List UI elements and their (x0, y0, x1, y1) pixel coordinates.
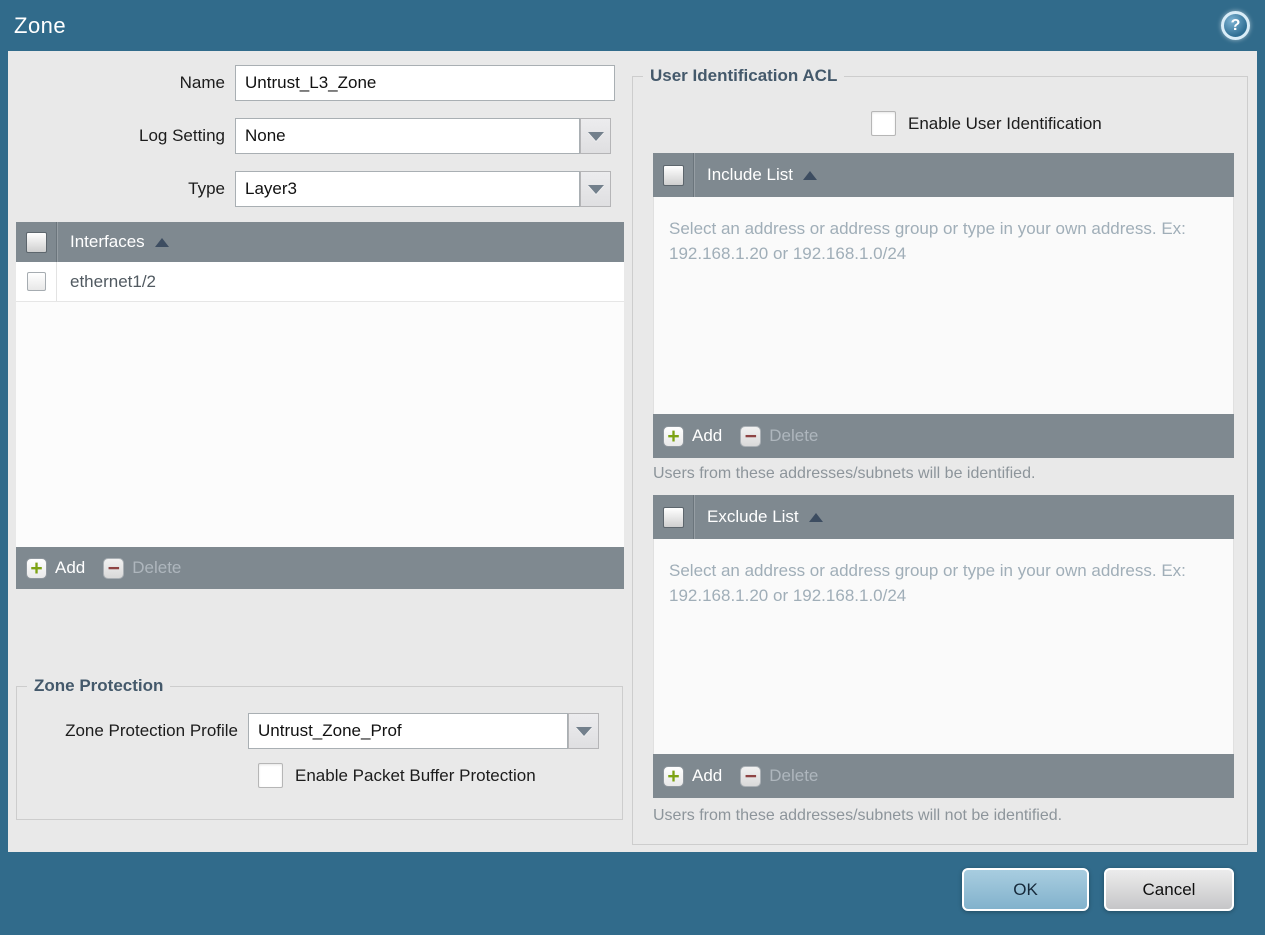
interface-name: ethernet1/2 (70, 271, 157, 291)
type-dropdown-button[interactable] (580, 171, 611, 207)
exclude-list-table: Exclude List Select an address or addres… (653, 495, 1234, 798)
select-all-checkbox[interactable] (662, 164, 684, 186)
delete-exclude-address-button[interactable]: − Delete (740, 765, 819, 787)
add-label: Add (692, 426, 723, 445)
log-setting-dropdown-button[interactable] (580, 118, 611, 154)
zone-protection-profile-combobox[interactable]: Untrust_Zone_Prof (248, 713, 568, 749)
minus-icon: − (740, 765, 762, 787)
type-row: Type Layer3 (8, 171, 611, 207)
enable-packet-buffer-protection-checkbox[interactable] (258, 763, 283, 788)
ok-button[interactable]: OK (962, 868, 1089, 911)
user-identification-acl-section: User Identification ACL Enable User Iden… (632, 66, 1248, 845)
interfaces-table-body: ethernet1/2 (16, 262, 624, 547)
minus-icon: − (740, 425, 762, 447)
type-combobox[interactable]: Layer3 (235, 171, 580, 207)
interfaces-header-checkbox-cell (16, 222, 57, 262)
dialog-title: Zone (14, 12, 67, 38)
include-list-placeholder: Select an address or address group or ty… (669, 219, 1186, 263)
delete-label: Delete (769, 766, 819, 785)
include-list-footer: + Add − Delete (653, 414, 1234, 458)
enable-user-identification-label: Enable User Identification (908, 113, 1102, 133)
user-identification-acl-legend: User Identification ACL (643, 66, 845, 86)
plus-icon: + (663, 765, 684, 787)
exclude-list-note: Users from these addresses/subnets will … (653, 807, 1063, 824)
include-list-note: Users from these addresses/subnets will … (653, 465, 1036, 482)
interfaces-table-footer: + Add − Delete (16, 547, 624, 589)
exclude-list-body: Select an address or address group or ty… (653, 539, 1234, 754)
add-label: Add (55, 558, 86, 577)
include-list-table: Include List Select an address or addres… (653, 153, 1234, 458)
packet-buffer-protection-row: Enable Packet Buffer Protection (258, 763, 536, 788)
dialog-titlebar: Zone ? (0, 0, 1265, 51)
row-checkbox-cell (16, 262, 57, 301)
exclude-list-column-header[interactable]: Exclude List (707, 507, 799, 527)
zone-protection-section: Zone Protection Zone Protection Profile … (16, 676, 623, 820)
type-label: Type (188, 179, 225, 198)
exclude-list-placeholder: Select an address or address group or ty… (669, 561, 1186, 605)
name-label: Name (179, 73, 225, 92)
enable-user-identification-checkbox[interactable] (871, 111, 896, 136)
name-row: Name (8, 65, 615, 101)
enable-user-identification-row: Enable User Identification (871, 111, 1102, 136)
chevron-down-icon (575, 726, 592, 736)
zone-protection-legend: Zone Protection (27, 676, 171, 696)
minus-icon: − (103, 557, 125, 579)
exclude-header-checkbox-cell (653, 495, 694, 539)
log-setting-combobox[interactable]: None (235, 118, 580, 154)
interfaces-table: Interfaces ethernet1/2 + Add − Delete (16, 222, 624, 589)
delete-interface-button[interactable]: − Delete (103, 557, 182, 579)
add-exclude-address-button[interactable]: + Add (663, 765, 723, 787)
name-input[interactable] (235, 65, 615, 101)
delete-label: Delete (769, 426, 819, 445)
sort-ascending-icon[interactable] (154, 237, 169, 247)
interfaces-table-header: Interfaces (16, 222, 624, 262)
sort-ascending-icon[interactable] (803, 170, 817, 180)
zone-protection-profile-label: Zone Protection Profile (65, 721, 238, 740)
include-list-body: Select an address or address group or ty… (653, 197, 1234, 414)
select-all-checkbox[interactable] (25, 231, 47, 253)
packet-buffer-protection-label: Enable Packet Buffer Protection (295, 765, 536, 785)
select-all-checkbox[interactable] (662, 506, 684, 528)
include-header-checkbox-cell (653, 153, 694, 197)
zone-protection-profile-row: Zone Protection Profile Untrust_Zone_Pro… (17, 713, 599, 749)
include-list-column-header[interactable]: Include List (707, 165, 793, 185)
row-checkbox[interactable] (26, 272, 46, 291)
log-setting-label: Log Setting (138, 126, 225, 145)
chevron-down-icon (587, 184, 604, 194)
delete-label: Delete (132, 558, 182, 577)
cancel-button[interactable]: Cancel (1104, 868, 1234, 911)
add-label: Add (692, 766, 723, 785)
add-include-address-button[interactable]: + Add (663, 425, 723, 447)
dialog-body: Name Log Setting None Type Layer3 (8, 51, 1257, 852)
plus-icon: + (663, 425, 684, 447)
include-list-header: Include List (653, 153, 1234, 197)
delete-include-address-button[interactable]: − Delete (740, 425, 819, 447)
exclude-list-header: Exclude List (653, 495, 1234, 539)
table-row[interactable]: ethernet1/2 (16, 262, 624, 302)
plus-icon: + (26, 557, 47, 579)
log-setting-row: Log Setting None (8, 118, 611, 154)
help-icon[interactable]: ? (1221, 11, 1250, 40)
chevron-down-icon (587, 131, 604, 141)
sort-ascending-icon[interactable] (808, 512, 823, 522)
zone-dialog: Zone ? Name Log Setting None Type Layer3 (0, 0, 1265, 935)
exclude-list-footer: + Add − Delete (653, 754, 1234, 798)
interfaces-column-header[interactable]: Interfaces (70, 232, 145, 252)
add-interface-button[interactable]: + Add (26, 557, 86, 579)
zone-protection-profile-dropdown-button[interactable] (568, 713, 599, 749)
